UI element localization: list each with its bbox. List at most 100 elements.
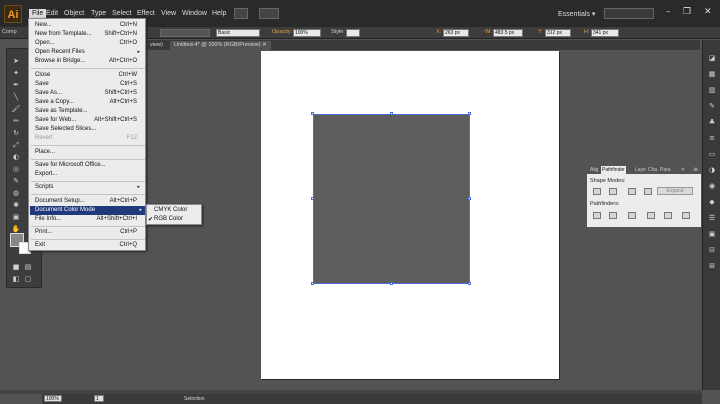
menu-view[interactable]: View — [161, 10, 176, 17]
minus-back-icon[interactable] — [682, 212, 690, 219]
artboard-tool-icon[interactable]: ▣ — [11, 213, 21, 222]
menu-item-save-for-web[interactable]: Save for Web... Alt+Shift+Ctrl+S — [35, 116, 143, 125]
menu-item-close[interactable]: Close Ctrl+W — [35, 71, 143, 80]
bridge-icon[interactable] — [234, 8, 248, 19]
tab-pathfinder[interactable]: Pathfinder — [601, 166, 626, 174]
menu-item-save[interactable]: Save Ctrl+S — [35, 80, 143, 89]
color-mode-icon[interactable]: ■ — [11, 263, 21, 272]
magic-wand-tool-icon[interactable]: ✦ — [11, 69, 21, 78]
shape-builder-tool-icon[interactable]: ◎ — [11, 165, 21, 174]
tab-layers[interactable]: Laye — [634, 166, 647, 174]
menu-item-exit[interactable]: Exit Ctrl+Q — [35, 241, 143, 250]
color-panel-icon[interactable]: ◪ — [707, 54, 717, 63]
tab-overflow-icon[interactable]: » — [681, 165, 685, 174]
tab-align[interactable]: Alig — [589, 166, 599, 174]
document-tab-previous[interactable]: view) — [146, 41, 167, 50]
exclude-icon[interactable] — [644, 188, 652, 195]
menu-item-save-ms-office[interactable]: Save for Microsoft Office... — [35, 161, 143, 170]
document-tab-active[interactable]: Untitled-4* @ 100% (RGB/Preview) ✕ — [170, 41, 271, 50]
stroke-weight-field[interactable] — [160, 29, 210, 37]
menu-help[interactable]: Help — [212, 10, 226, 17]
warp-tool-icon[interactable]: ◐ — [11, 153, 21, 162]
symbol-sprayer-tool-icon[interactable]: ✺ — [11, 201, 21, 210]
selection-handle[interactable] — [390, 112, 393, 115]
menu-item-new-from-template[interactable]: New from Template... Shift+Ctrl+N — [35, 30, 143, 39]
menu-effect[interactable]: Effect — [137, 10, 155, 17]
menu-item-scripts[interactable]: Scripts ▸ — [35, 183, 143, 192]
w-field[interactable]: 483.5 px — [493, 29, 523, 37]
artboards-panel-icon[interactable]: ▣ — [707, 230, 717, 239]
selection-handle[interactable] — [468, 112, 471, 115]
menu-file[interactable]: File — [29, 9, 47, 18]
transparency-panel-icon[interactable]: ◑ — [707, 166, 717, 175]
zoom-field[interactable]: 100% — [44, 395, 62, 402]
paintbrush-tool-icon[interactable]: 🖌 — [11, 105, 21, 114]
tab-paragraph[interactable]: Para — [659, 166, 672, 174]
blend-tool-icon[interactable]: ◍ — [11, 189, 21, 198]
menu-item-place[interactable]: Place... — [35, 148, 143, 157]
gradient-panel-icon[interactable]: ▭ — [707, 150, 717, 159]
merge-icon[interactable] — [628, 212, 636, 219]
minus-front-icon[interactable] — [609, 188, 617, 195]
pencil-tool-icon[interactable]: ✏ — [11, 117, 21, 126]
line-tool-icon[interactable]: ╲ — [11, 93, 21, 102]
opacity-label[interactable]: Opacity: — [272, 29, 292, 35]
layers-panel-icon[interactable]: ☰ — [707, 214, 717, 223]
menu-item-rgb-color[interactable]: ✔ RGB Color — [148, 215, 200, 224]
menu-item-new[interactable]: New... Ctrl+N — [35, 21, 143, 30]
stroke-style-select[interactable]: Basic — [216, 29, 260, 37]
menu-type[interactable]: Type — [91, 10, 106, 17]
pen-tool-icon[interactable]: ✒ — [11, 81, 21, 90]
menu-select[interactable]: Select — [112, 10, 131, 17]
h-field[interactable]: 341 px — [591, 29, 619, 37]
menu-item-cmyk-color[interactable]: CMYK Color — [154, 206, 200, 215]
gradient-mode-icon[interactable]: ▤ — [23, 263, 33, 272]
trim-icon[interactable] — [609, 212, 617, 219]
menu-item-document-setup[interactable]: Document Setup... Alt+Ctrl+P — [35, 197, 143, 206]
selection-handle[interactable] — [311, 282, 314, 285]
expand-button[interactable]: Expand — [657, 187, 693, 195]
color-guide-icon[interactable]: ▦ — [707, 70, 717, 79]
menu-item-file-info[interactable]: File Info... Alt+Shift+Ctrl+I — [35, 215, 143, 224]
screen-mode-icon[interactable]: ▢ — [23, 275, 33, 284]
draw-mode-icon[interactable]: ◧ — [11, 275, 21, 284]
selection-tool-icon[interactable]: ➤ — [11, 57, 21, 66]
menu-item-browse-bridge[interactable]: Browse in Bridge... Alt+Ctrl+O — [35, 57, 143, 66]
menu-object[interactable]: Object — [64, 10, 84, 17]
transform-panel-icon[interactable]: ⊞ — [707, 262, 717, 271]
swatches-panel-icon[interactable]: ▥ — [707, 86, 717, 95]
menu-window[interactable]: Window — [182, 10, 207, 17]
outline-icon[interactable] — [664, 212, 672, 219]
selection-handle[interactable] — [468, 197, 471, 200]
crop-icon[interactable] — [647, 212, 655, 219]
panel-menu-icon[interactable]: ≡ — [693, 165, 698, 174]
rotate-tool-icon[interactable]: ↻ — [11, 129, 21, 138]
menu-item-save-slices[interactable]: Save Selected Slices... — [35, 125, 143, 134]
opacity-field[interactable]: 100% — [293, 29, 321, 37]
workspace-switcher[interactable]: Essentials ▾ — [558, 10, 595, 18]
unite-icon[interactable] — [593, 188, 601, 195]
graphic-style-swatch[interactable] — [346, 29, 360, 37]
scale-tool-icon[interactable]: ⤢ — [11, 141, 21, 150]
brushes-panel-icon[interactable]: ✎ — [707, 102, 717, 111]
selection-handle[interactable] — [311, 197, 314, 200]
minimize-icon[interactable]: – — [666, 7, 671, 17]
x-field[interactable]: 263 px — [443, 29, 469, 37]
menu-item-open-recent[interactable]: Open Recent Files ▸ — [35, 48, 143, 57]
artboard-number-field[interactable]: 1 — [94, 395, 104, 402]
align-panel-icon[interactable]: ⊟ — [707, 246, 717, 255]
intersect-icon[interactable] — [628, 188, 636, 195]
selection-handle[interactable] — [468, 282, 471, 285]
close-tab-icon[interactable]: ✕ — [262, 42, 267, 48]
arrange-documents-icon[interactable] — [259, 8, 279, 19]
menu-item-save-copy[interactable]: Save a Copy... Alt+Ctrl+S — [35, 98, 143, 107]
close-icon[interactable]: ✕ — [704, 7, 712, 17]
y-field[interactable]: 312 px — [545, 29, 571, 37]
graphic-styles-icon[interactable]: ◆ — [707, 198, 717, 207]
menu-item-save-template[interactable]: Save as Template... — [35, 107, 143, 116]
appearance-panel-icon[interactable]: ◉ — [707, 182, 717, 191]
status-text[interactable]: Selection — [184, 396, 205, 402]
stroke-panel-icon[interactable]: ≡ — [707, 134, 717, 143]
symbols-panel-icon[interactable]: ♣ — [707, 118, 717, 127]
menu-item-print[interactable]: Print... Ctrl+P — [35, 228, 143, 237]
